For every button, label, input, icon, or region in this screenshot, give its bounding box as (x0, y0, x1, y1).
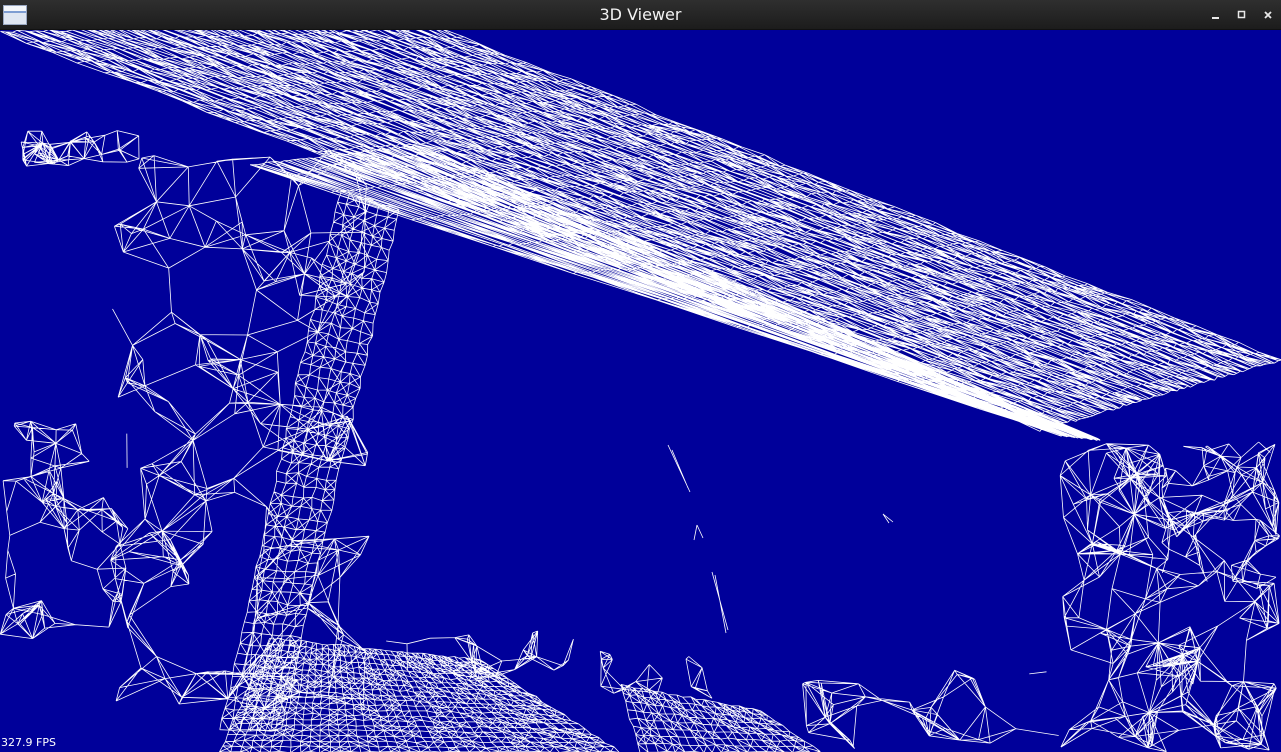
wireframe-mesh (0, 30, 1281, 752)
minimize-icon[interactable] (1203, 0, 1229, 30)
maximize-icon[interactable] (1229, 0, 1255, 30)
close-icon[interactable] (1255, 0, 1281, 30)
title-bar[interactable]: 3D Viewer (0, 0, 1281, 30)
viewer-window: 3D Viewer 327.9 FPS (0, 0, 1281, 752)
window-title: 3D Viewer (599, 5, 682, 24)
window-controls (1203, 0, 1281, 30)
mesh-edges (0, 30, 1281, 752)
3d-viewport[interactable]: 327.9 FPS (0, 30, 1281, 752)
fps-counter: 327.9 FPS (1, 736, 56, 749)
